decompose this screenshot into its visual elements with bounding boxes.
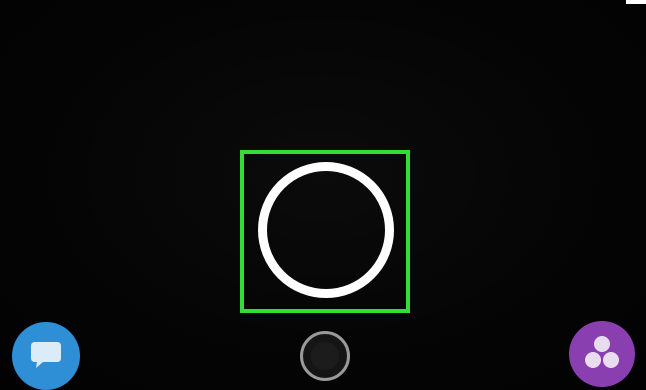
chat-bubble-icon — [31, 342, 61, 368]
top-right-corner — [626, 0, 646, 4]
memories-icon — [311, 342, 339, 370]
chat-button[interactable] — [12, 322, 80, 390]
stories-dots-icon — [585, 336, 619, 368]
memories-button[interactable] — [300, 331, 350, 381]
stories-button[interactable] — [569, 321, 635, 387]
capture-button[interactable] — [258, 162, 394, 298]
camera-screen — [0, 0, 646, 390]
